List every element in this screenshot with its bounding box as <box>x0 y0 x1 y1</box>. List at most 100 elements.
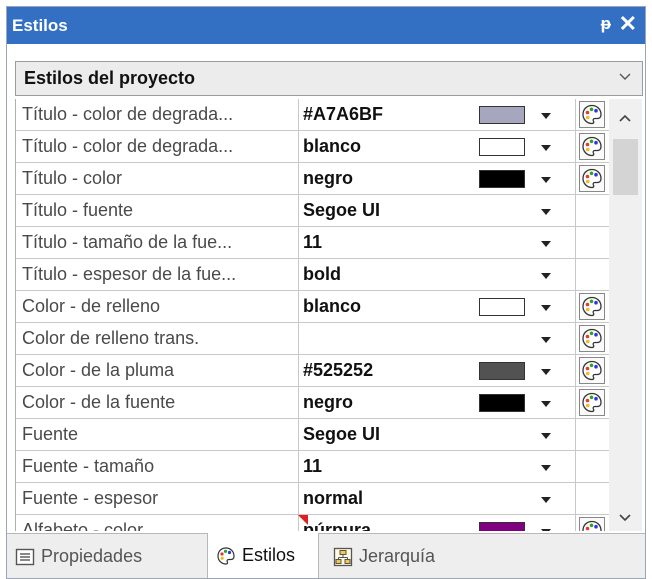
color-swatch <box>479 170 525 188</box>
property-value: bold <box>303 264 341 284</box>
palette-cell <box>576 227 608 258</box>
property-row[interactable]: Color - de relleno blanco <box>16 291 609 323</box>
styles-scope-dropdown[interactable]: Estilos del proyecto <box>15 61 643 96</box>
tab-jerarquia-label: Jerarquía <box>359 546 436 566</box>
value-dropdown-button[interactable] <box>536 327 556 349</box>
property-value-cell[interactable]: normal <box>299 483 576 514</box>
value-dropdown-button[interactable] <box>536 135 556 157</box>
property-value-cell[interactable]: Segoe UI <box>299 195 576 226</box>
property-row[interactable]: Título - tamaño de la fue... 11 <box>16 227 609 259</box>
tab-estilos[interactable]: Estilos <box>207 533 319 578</box>
property-name: Fuente <box>16 419 299 450</box>
value-dropdown-button[interactable] <box>536 455 556 477</box>
property-value: negro <box>303 168 354 188</box>
property-value-cell[interactable]: negro <box>299 163 576 194</box>
property-value: 11 <box>303 456 323 476</box>
palette-cell <box>576 515 608 531</box>
property-row[interactable]: Color de relleno trans. <box>16 323 609 355</box>
value-dropdown-button[interactable] <box>536 263 556 285</box>
property-value-cell[interactable] <box>299 323 576 354</box>
property-value: #525252 <box>303 360 374 380</box>
tab-propiedades[interactable]: Propiedades <box>15 534 143 578</box>
property-value: #A7A6BF <box>303 104 384 124</box>
property-row[interactable]: Título - color de degrada... blanco <box>16 131 609 163</box>
scroll-up-icon[interactable] <box>617 111 633 125</box>
property-value-cell[interactable]: 11 <box>299 227 576 258</box>
scroll-down-icon[interactable] <box>617 511 633 525</box>
property-value: negro <box>303 392 354 412</box>
property-name: Color - de relleno <box>16 291 299 322</box>
tab-propiedades-label: Propiedades <box>41 546 143 566</box>
color-swatch <box>479 394 525 412</box>
property-value-cell[interactable]: blanco <box>299 131 576 162</box>
property-row[interactable]: Color - de la fuente negro <box>16 387 609 419</box>
value-dropdown-button[interactable] <box>536 359 556 381</box>
property-value: blanco <box>303 136 362 156</box>
property-row[interactable]: Título - color de degrada... #A7A6BF <box>16 99 609 131</box>
value-dropdown-button[interactable] <box>536 231 556 253</box>
property-row[interactable]: Fuente - tamaño 11 <box>16 451 609 483</box>
property-name: Fuente - tamaño <box>16 451 299 482</box>
pin-icon[interactable]: ᵽ <box>601 14 611 34</box>
value-dropdown-button[interactable] <box>536 423 556 445</box>
palette-cell <box>576 259 608 290</box>
vertical-scrollbar[interactable] <box>609 99 642 531</box>
properties-icon <box>15 548 35 565</box>
property-name: Título - color <box>16 163 299 194</box>
property-row[interactable]: Alfabeto - color púrpura <box>16 515 609 531</box>
property-value-cell[interactable]: 11 <box>299 451 576 482</box>
value-dropdown-button[interactable] <box>536 487 556 509</box>
property-row[interactable]: Título - fuente Segoe UI <box>16 195 609 227</box>
property-value-cell[interactable]: #525252 <box>299 355 576 386</box>
color-picker-button[interactable] <box>579 517 605 531</box>
palette-cell <box>576 131 608 162</box>
value-dropdown-button[interactable] <box>536 103 556 125</box>
property-row[interactable]: Fuente Segoe UI <box>16 419 609 451</box>
value-dropdown-button[interactable] <box>536 391 556 413</box>
color-picker-button[interactable] <box>579 389 605 416</box>
color-swatch <box>479 138 525 156</box>
property-name: Título - color de degrada... <box>16 131 299 162</box>
property-name: Título - fuente <box>16 195 299 226</box>
color-picker-icon <box>582 168 602 189</box>
color-picker-button[interactable] <box>579 133 605 160</box>
property-value: 11 <box>303 232 323 252</box>
bottom-tab-bar: Propiedades Estilos Jerarquía <box>7 533 645 578</box>
property-row[interactable]: Título - espesor de la fue... bold <box>16 259 609 291</box>
color-picker-button[interactable] <box>579 357 605 384</box>
palette-cell <box>576 387 608 418</box>
property-value-cell[interactable]: #A7A6BF <box>299 99 576 130</box>
value-dropdown-button[interactable] <box>536 295 556 317</box>
color-picker-icon <box>582 136 602 157</box>
value-dropdown-button[interactable] <box>536 199 556 221</box>
property-row[interactable]: Título - color negro <box>16 163 609 195</box>
color-swatch <box>479 298 525 316</box>
palette-cell <box>576 483 608 514</box>
palette-cell <box>576 355 608 386</box>
color-picker-button[interactable] <box>579 165 605 192</box>
property-value-cell[interactable]: blanco <box>299 291 576 322</box>
styles-grid: Título - color de degrada... #A7A6BF Títul… <box>15 99 609 531</box>
color-picker-button[interactable] <box>579 293 605 320</box>
property-name: Fuente - espesor <box>16 483 299 514</box>
window-titlebar: Estilos ᵽ ✕ <box>7 7 645 44</box>
property-value-cell[interactable]: bold <box>299 259 576 290</box>
property-name: Alfabeto - color <box>16 515 299 531</box>
value-dropdown-button[interactable] <box>536 167 556 189</box>
property-row[interactable]: Color - de la pluma #525252 <box>16 355 609 387</box>
color-picker-button[interactable] <box>579 325 605 352</box>
color-picker-icon <box>582 296 602 317</box>
color-picker-button[interactable] <box>579 101 605 128</box>
property-value-cell[interactable]: negro <box>299 387 576 418</box>
modified-marker <box>298 515 308 525</box>
value-dropdown-button[interactable] <box>536 519 556 531</box>
palette-cell <box>576 291 608 322</box>
scrollbar-thumb[interactable] <box>613 139 638 195</box>
color-picker-icon <box>582 104 602 125</box>
styles-scope-selected: Estilos del proyecto <box>24 68 196 88</box>
close-icon[interactable]: ✕ <box>619 11 637 37</box>
property-value-cell[interactable]: Segoe UI <box>299 419 576 450</box>
property-row[interactable]: Fuente - espesor normal <box>16 483 609 515</box>
tab-jerarquia[interactable]: Jerarquía <box>333 534 436 578</box>
property-value-cell[interactable]: púrpura <box>299 515 576 531</box>
